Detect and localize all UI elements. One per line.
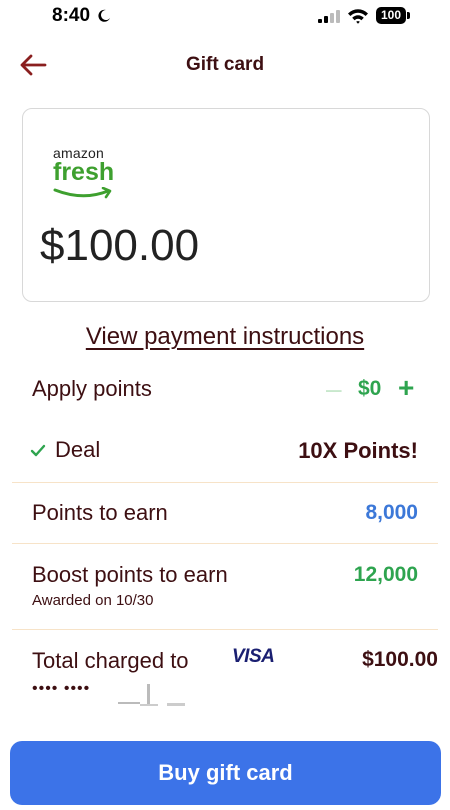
battery-level: 100 xyxy=(376,7,406,24)
status-time: 8:40 xyxy=(52,5,91,26)
total-charged-value: $100.00 xyxy=(362,648,438,671)
divider xyxy=(12,543,438,544)
total-charged-row: Total charged to VISA $100.00 •••• •••• xyxy=(0,642,450,712)
boost-points-label: Boost points to earn xyxy=(32,562,228,587)
signal-icon xyxy=(318,10,340,23)
amazon-fresh-logo: amazon fresh xyxy=(53,145,123,205)
redacted-card-digits xyxy=(118,684,185,706)
masked-card-number: •••• •••• xyxy=(32,680,91,697)
gift-card: amazon fresh $100.00 xyxy=(22,108,430,302)
status-bar: 8:40 100 xyxy=(0,0,450,34)
deal-row: Deal 10X Points! xyxy=(0,432,450,472)
decrease-points-button[interactable]: – xyxy=(326,375,344,403)
applied-points-value: $0 xyxy=(358,377,382,400)
boost-points-row: Boost points to earn Awarded on 10/30 12… xyxy=(0,558,450,618)
total-charged-label: Total charged to xyxy=(32,648,189,673)
divider xyxy=(12,482,438,483)
page-title: Gift card xyxy=(185,54,265,75)
wifi-icon xyxy=(348,9,368,24)
apply-points-row: Apply points – $0 + xyxy=(0,372,450,412)
battery-icon: 100 xyxy=(376,7,410,24)
boost-awarded-date: Awarded on 10/30 xyxy=(32,592,154,609)
nav-bar: Gift card xyxy=(0,40,450,90)
divider xyxy=(12,629,438,630)
visa-logo: VISA xyxy=(232,646,275,667)
card-amount: $100.00 xyxy=(40,221,200,270)
moon-icon xyxy=(98,9,110,22)
battery-tip xyxy=(407,12,410,19)
amazon-smile-icon xyxy=(53,187,112,199)
brand-fresh-text: fresh xyxy=(53,158,115,186)
points-to-earn-value: 8,000 xyxy=(365,501,418,524)
buy-gift-card-button[interactable]: Buy gift card xyxy=(10,741,441,805)
check-icon xyxy=(30,444,46,457)
deal-value: 10X Points! xyxy=(298,438,418,463)
view-payment-instructions-link[interactable]: View payment instructions xyxy=(0,323,450,351)
points-to-earn-row: Points to earn 8,000 xyxy=(0,495,450,535)
deal-label: Deal xyxy=(55,437,101,462)
increase-points-button[interactable]: + xyxy=(398,374,420,402)
points-to-earn-label: Points to earn xyxy=(32,500,168,525)
boost-points-value: 12,000 xyxy=(353,563,418,586)
apply-points-label: Apply points xyxy=(32,376,152,401)
